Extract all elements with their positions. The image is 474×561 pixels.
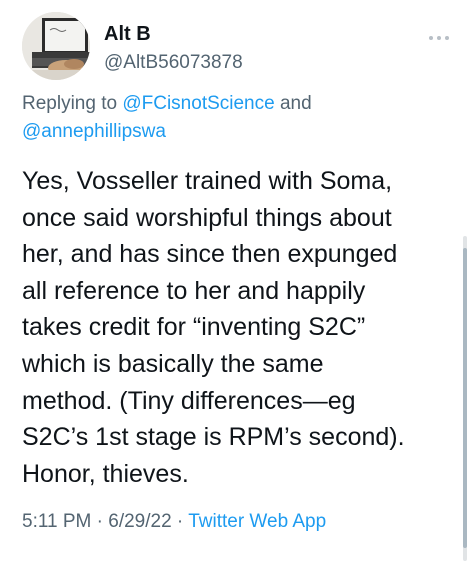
tweet-text-line: once said worshipful things about [22, 203, 392, 232]
tweet-text: Yes, Vosseller trained with Soma, once s… [22, 163, 462, 492]
user-handle[interactable]: @AltB56073878 [104, 52, 243, 74]
replying-to-prefix: Replying to [22, 93, 123, 114]
tweet-text-line: takes credit for “inventing S2C” [22, 313, 366, 342]
tweet-text-line: which is basically the same [22, 349, 324, 378]
tweet-text-line: all reference to her and happily [22, 276, 366, 305]
mention-link-fcisnotscience[interactable]: @FCisnotScience [122, 93, 274, 114]
tweet-date[interactable]: 6/29/22 [108, 511, 171, 532]
mention-link-annephillipswa[interactable]: @annephillipswa [22, 121, 166, 142]
tweet-text-line: her, and has since then expunged [22, 240, 398, 269]
avatar-photo [22, 12, 90, 80]
replying-to-joiner: and [274, 93, 312, 114]
tweet-source-link[interactable]: Twitter Web App [188, 511, 326, 532]
meta-separator: · [171, 511, 189, 532]
tweet-time[interactable]: 5:11 PM [22, 511, 91, 532]
meta-separator: · [91, 511, 109, 532]
tweet-meta: 5:11 PM · 6/29/22 · Twitter Web App [22, 510, 326, 534]
scrollbar-track[interactable] [463, 236, 467, 561]
tweet-text-line: S2C’s 1st stage is RPM’s second). [22, 423, 405, 452]
tweet-text-line: Honor, thieves. [22, 459, 189, 488]
more-dots-icon[interactable] [426, 30, 452, 40]
tweet-text-line: Yes, Vosseller trained with Soma, [22, 167, 393, 195]
display-name[interactable]: Alt B [104, 22, 151, 46]
avatar[interactable] [22, 12, 90, 80]
tweet: Alt B @AltB56073878 Replying to @FCisnot… [0, 0, 474, 561]
tweet-text-line: method. (Tiny differences—eg [22, 386, 356, 415]
scrollbar-thumb[interactable] [463, 248, 467, 548]
replying-to: Replying to @FCisnotScience and @annephil… [22, 90, 452, 146]
